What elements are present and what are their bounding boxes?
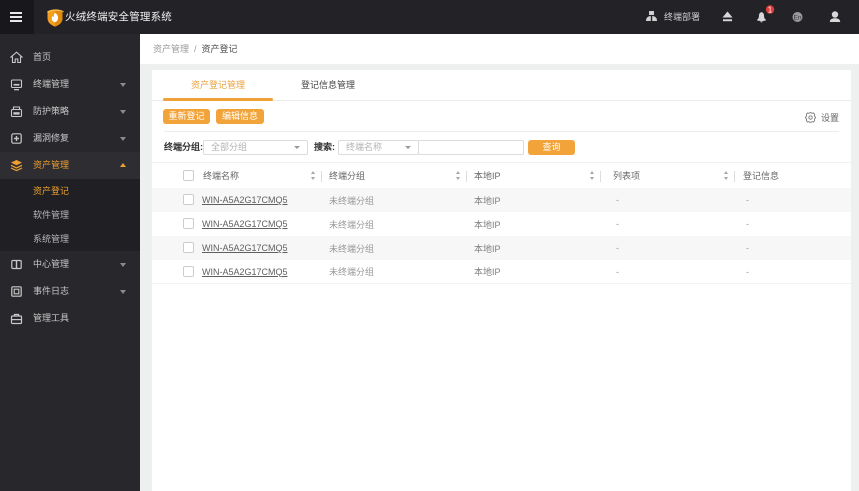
- svg-text:En: En: [794, 15, 802, 22]
- svg-text:1: 1: [768, 5, 773, 14]
